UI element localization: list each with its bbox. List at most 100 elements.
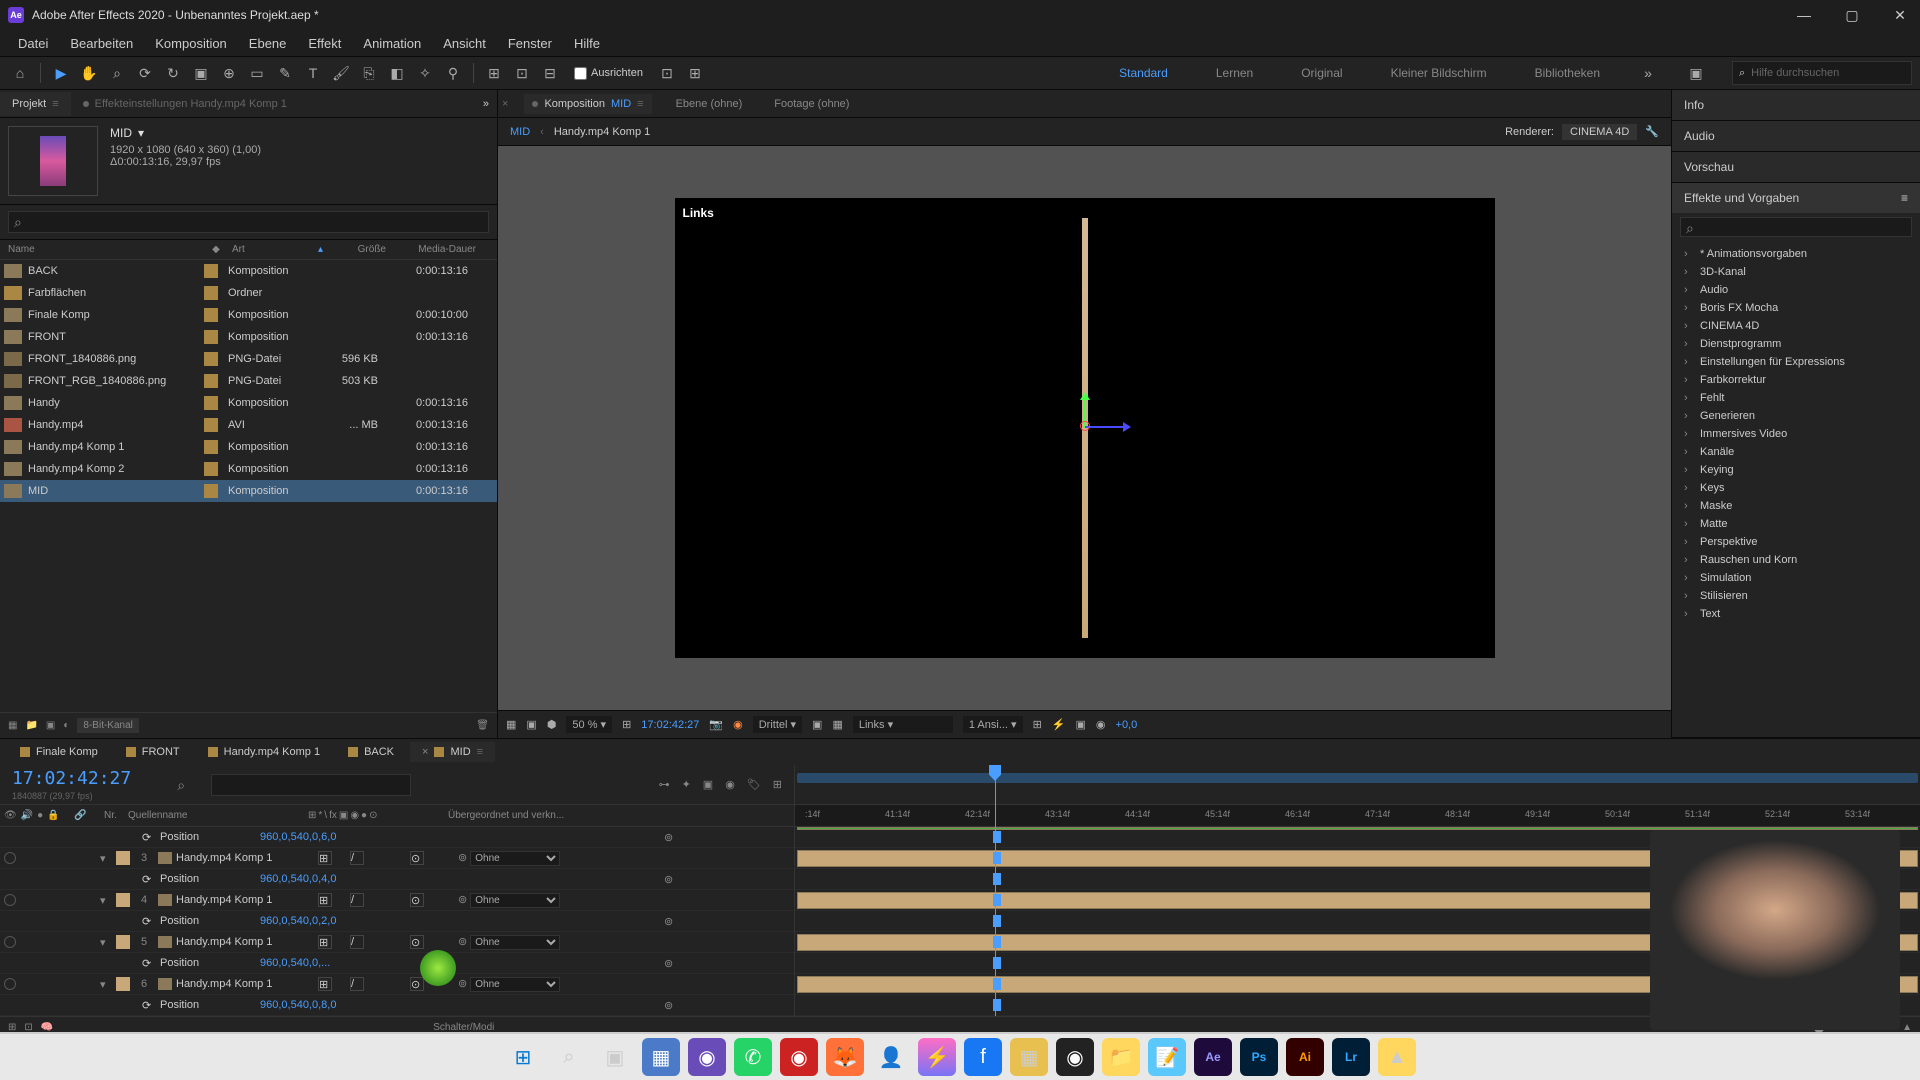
x-axis-gizmo[interactable]	[1085, 426, 1125, 428]
timeline-property-row[interactable]: ⟳Position960,0,540,0,...⊚	[0, 953, 794, 974]
app2-icon[interactable]: ◉	[780, 1038, 818, 1076]
timeline-tab[interactable]: Handy.mp4 Komp 1	[196, 742, 332, 762]
project-search-input[interactable]	[8, 211, 489, 233]
text-tool[interactable]: T	[301, 61, 325, 85]
col-name[interactable]: Name	[4, 244, 204, 255]
col-media[interactable]: Media-Dauer	[390, 244, 480, 255]
ausrichten-checkbox[interactable]	[574, 67, 587, 80]
tl-icon1[interactable]: ⊶	[659, 778, 670, 791]
timeline-tab[interactable]: BACK	[336, 742, 406, 762]
eraser-tool[interactable]: ◧	[385, 61, 409, 85]
orbit-tool[interactable]: ⟳	[133, 61, 157, 85]
timeline-property-row[interactable]: ⟳Position960,0,540,0,6,0⊚	[0, 827, 794, 848]
exposure-value[interactable]: +0,0	[1116, 719, 1138, 731]
lightroom-icon[interactable]: Lr	[1332, 1038, 1370, 1076]
zoom-tool[interactable]: ⌕	[105, 61, 129, 85]
menu-hilfe[interactable]: Hilfe	[564, 32, 610, 55]
facebook-icon[interactable]: f	[964, 1038, 1002, 1076]
zoom-dropdown[interactable]: 50 % ▾	[566, 716, 612, 733]
col-groesse[interactable]: Größe	[330, 244, 390, 255]
menu-effekt[interactable]: Effekt	[298, 32, 351, 55]
adjust-icon[interactable]: ◐	[63, 720, 69, 731]
effects-category[interactable]: Maske	[1672, 497, 1920, 515]
timeline-tab[interactable]: × MID ≡	[410, 742, 495, 762]
effects-category[interactable]: Text	[1672, 605, 1920, 623]
project-tab[interactable]: Projekt ≡	[0, 92, 71, 116]
search-taskbar-icon[interactable]: ⌕	[550, 1038, 588, 1076]
project-row[interactable]: Handy Komposition 0:00:13:16	[0, 392, 497, 414]
widgets-icon[interactable]: ▦	[642, 1038, 680, 1076]
grid-icon[interactable]: ⊞	[622, 718, 631, 731]
pixel-aspect-icon[interactable]: ⊞	[1033, 718, 1042, 731]
minimize-button[interactable]: —	[1792, 3, 1816, 27]
channel-icon[interactable]: ◉	[733, 718, 743, 731]
timeline-layer-row[interactable]: ▾4Handy.mp4 Komp 1⊞/⊙⊚ Ohne	[0, 890, 794, 911]
project-row[interactable]: Handy.mp4 AVI ... MB 0:00:13:16	[0, 414, 497, 436]
clone-tool[interactable]: ⎘	[357, 61, 381, 85]
col-art[interactable]: Art	[228, 244, 318, 255]
app3-icon[interactable]: 👤	[872, 1038, 910, 1076]
comp-icon[interactable]: ▣	[46, 720, 55, 731]
vorschau-panel-tab[interactable]: Vorschau	[1672, 152, 1920, 182]
menu-datei[interactable]: Datei	[8, 32, 58, 55]
app1-icon[interactable]: ◉	[688, 1038, 726, 1076]
menu-bearbeiten[interactable]: Bearbeiten	[60, 32, 143, 55]
tl-icon6[interactable]: ⊞	[773, 778, 782, 791]
timeline-search-input[interactable]	[211, 774, 411, 796]
world-axis-icon[interactable]: ⊡	[510, 61, 534, 85]
trash-icon[interactable]: 🗑	[476, 720, 489, 731]
workspace-standard[interactable]: Standard	[1107, 60, 1180, 86]
obs-icon[interactable]: ◉	[1056, 1038, 1094, 1076]
effects-category[interactable]: Keys	[1672, 479, 1920, 497]
menu-ebene[interactable]: Ebene	[239, 32, 297, 55]
photoshop-icon[interactable]: Ps	[1240, 1038, 1278, 1076]
roto-tool[interactable]: ✧	[413, 61, 437, 85]
start-icon[interactable]: ⊞	[504, 1038, 542, 1076]
breadcrumb-handy[interactable]: Handy.mp4 Komp 1	[554, 126, 650, 138]
project-row[interactable]: Finale Komp Komposition 0:00:10:00	[0, 304, 497, 326]
effects-category[interactable]: Kanäle	[1672, 443, 1920, 461]
quality-dropdown[interactable]: Drittel ▾	[753, 716, 802, 733]
hand-tool[interactable]: ✋	[77, 61, 101, 85]
tl-icon5[interactable]: 🏷	[747, 778, 761, 791]
brush-tool[interactable]: 🖌	[329, 61, 353, 85]
illustrator-icon[interactable]: Ai	[1286, 1038, 1324, 1076]
snapshot-icon[interactable]: 📷	[709, 718, 723, 731]
menu-fenster[interactable]: Fenster	[498, 32, 562, 55]
comp-flowchart-icon[interactable]: ◉	[1096, 718, 1106, 731]
effects-category[interactable]: Immersives Video	[1672, 425, 1920, 443]
shape-tool[interactable]: ▭	[245, 61, 269, 85]
effects-category[interactable]: Generieren	[1672, 407, 1920, 425]
taskview-icon[interactable]: ▣	[596, 1038, 634, 1076]
puppet-tool[interactable]: ⚲	[441, 61, 465, 85]
comp-tab-close-icon[interactable]: ×	[502, 98, 508, 110]
view-axis-icon[interactable]: ⊟	[538, 61, 562, 85]
workspace-bibliotheken[interactable]: Bibliotheken	[1523, 60, 1612, 86]
timeline-timecode[interactable]: 17:02:42:27	[12, 768, 131, 789]
close-button[interactable]: ✕	[1888, 3, 1912, 27]
region-icon[interactable]: ▣	[812, 718, 822, 731]
menu-ansicht[interactable]: Ansicht	[433, 32, 496, 55]
maximize-button[interactable]: ▢	[1840, 3, 1864, 27]
view-dropdown[interactable]: Links ▾	[853, 716, 953, 733]
app4-icon[interactable]: ▦	[1010, 1038, 1048, 1076]
effects-category[interactable]: Audio	[1672, 281, 1920, 299]
playhead[interactable]	[995, 765, 996, 1016]
views-count-dropdown[interactable]: 1 Ansi... ▾	[963, 716, 1023, 733]
project-row[interactable]: Handy.mp4 Komp 2 Komposition 0:00:13:16	[0, 458, 497, 480]
workspace-original[interactable]: Original	[1289, 60, 1354, 86]
time-ruler[interactable]: :14f41:14f42:14f43:14f44:14f45:14f46:14f…	[795, 805, 1920, 827]
menu-animation[interactable]: Animation	[353, 32, 431, 55]
workspace-lernen[interactable]: Lernen	[1204, 60, 1265, 86]
timeline-tab[interactable]: FRONT	[114, 742, 192, 762]
rotate-tool[interactable]: ↻	[161, 61, 185, 85]
project-row[interactable]: FRONT Komposition 0:00:13:16	[0, 326, 497, 348]
effects-search-input[interactable]	[1680, 217, 1912, 237]
interpret-icon[interactable]: ▦	[8, 720, 17, 731]
effects-category[interactable]: Einstellungen für Expressions	[1672, 353, 1920, 371]
pan-behind-tool[interactable]: ⊕	[217, 61, 241, 85]
workspace-kleiner[interactable]: Kleiner Bildschirm	[1379, 60, 1499, 86]
timeline-layer-row[interactable]: ▾6Handy.mp4 Komp 1⊞/⊙⊚ Ohne	[0, 974, 794, 995]
timeline-tab[interactable]: Finale Komp	[8, 742, 110, 762]
messenger-icon[interactable]: ⚡	[918, 1038, 956, 1076]
